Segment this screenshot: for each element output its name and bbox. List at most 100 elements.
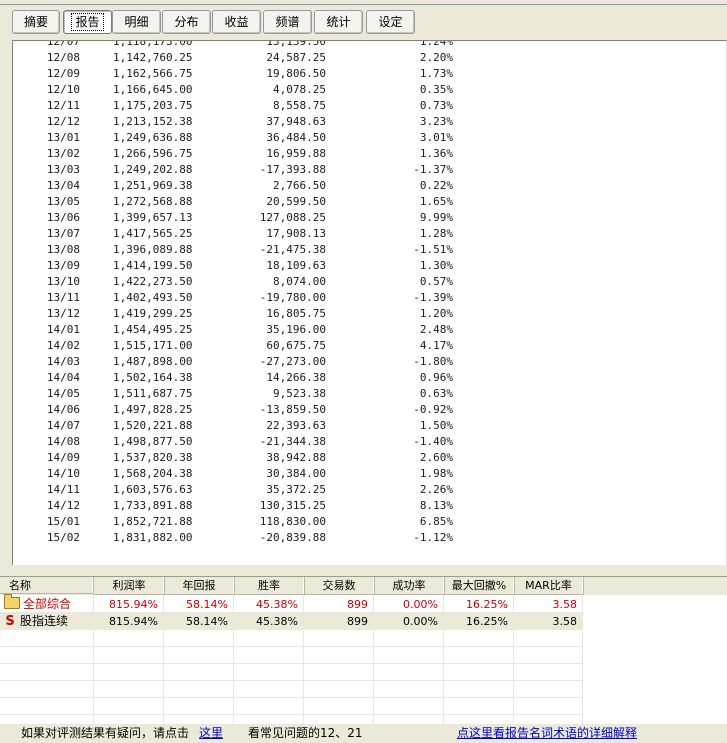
tab-label: 收益 [224, 15, 249, 29]
tab-label: 明细 [124, 15, 149, 29]
equity-cell: 1,419,299.25 [113, 307, 193, 320]
percent-cell: -1.51% [413, 243, 453, 256]
month-cell: 13/11 [46, 291, 80, 304]
tab-report[interactable]: 报告 [63, 10, 112, 34]
header-win-rate[interactable]: 胜率 [234, 577, 305, 595]
percent-cell: 0.22% [419, 179, 453, 192]
summary-name-cell: 全部综合 [0, 594, 94, 613]
equity-cell: 1,251,969.38 [113, 179, 193, 192]
month-cell: 12/08 [46, 51, 80, 64]
report-row: 13/07 1,417,565.25 17,908.13 1.28% [13, 226, 726, 242]
percent-cell: 1.30% [419, 259, 453, 272]
equity-cell: 1,162,566.75 [113, 67, 193, 80]
monthly-report-list[interactable]: 12/07 1,118,173.00 13,139.50 1.24% 12/08 1,14… [12, 40, 727, 565]
equity-cell: 1,249,636.88 [113, 131, 193, 144]
header-profit-rate[interactable]: 利润率 [94, 577, 165, 595]
report-row: 12/10 1,166,645.00 4,078.25 0.35% [13, 82, 726, 98]
percent-cell: -1.12% [413, 531, 453, 544]
equity-cell: 1,118,173.00 [113, 40, 193, 48]
summary-table: 名称 利润率 年回报 胜率 交易数 成功率 最大回撤% MAR比率 全部综合 8… [0, 576, 727, 725]
header-success-rate[interactable]: 成功率 [374, 577, 445, 595]
month-cell: 12/09 [46, 67, 80, 80]
strategy-s-icon: S [5, 614, 15, 629]
equity-cell: 1,497,828.25 [113, 403, 193, 416]
month-cell: 13/09 [46, 259, 80, 272]
tab-details[interactable]: 明细 [112, 10, 161, 34]
profit-cell: -21,344.38 [259, 435, 326, 448]
percent-cell: 8.13% [419, 499, 453, 512]
profit-cell: 4,078.25 [273, 83, 326, 96]
month-cell: 13/04 [46, 179, 80, 192]
cell-success-rate: 0.00% [403, 598, 438, 611]
percent-cell: 6.85% [419, 515, 453, 528]
profit-cell: 118,830.00 [259, 515, 326, 528]
equity-cell: 1,487,898.00 [113, 355, 193, 368]
month-cell: 14/01 [46, 323, 80, 336]
equity-cell: 1,414,199.50 [113, 259, 193, 272]
report-row: 14/03 1,487,898.00 -27,273.00 -1.80% [13, 354, 726, 370]
header-mar-ratio[interactable]: MAR比率 [514, 577, 584, 595]
summary-row-index-continuous[interactable]: S 股指连续 815.94% 58.14% 45.38% 899 0.00% 16… [0, 613, 583, 630]
report-row: 15/01 1,852,721.88 118,830.00 6.85% [13, 514, 726, 530]
header-trade-count[interactable]: 交易数 [304, 577, 375, 595]
profit-cell: -17,393.88 [259, 163, 326, 176]
header-name[interactable]: 名称 [0, 577, 94, 594]
report-row: 13/11 1,402,493.50 -19,780.00 -1.39% [13, 290, 726, 306]
percent-cell: 1.50% [419, 419, 453, 432]
percent-cell: 0.57% [419, 275, 453, 288]
tab-summary[interactable]: 摘要 [12, 10, 60, 34]
month-cell: 12/12 [46, 115, 80, 128]
month-cell: 13/02 [46, 147, 80, 160]
cell-annual-return: 58.14% [186, 598, 228, 611]
header-max-drawdown[interactable]: 最大回撤% [444, 577, 515, 595]
tab-settings[interactable]: 设定 [366, 10, 415, 34]
month-cell: 14/06 [46, 403, 80, 416]
profit-cell: 14,266.38 [266, 371, 326, 384]
percent-cell: -1.80% [413, 355, 453, 368]
month-cell: 14/02 [46, 339, 80, 352]
profit-cell: 38,942.88 [266, 451, 326, 464]
report-row: 14/12 1,733,891.88 130,315.25 8.13% [13, 498, 726, 514]
equity-cell: 1,266,596.75 [113, 147, 193, 160]
tab-statistics[interactable]: 统计 [314, 10, 363, 34]
month-cell: 14/03 [46, 355, 80, 368]
month-cell: 14/09 [46, 451, 80, 464]
month-cell: 14/05 [46, 387, 80, 400]
grid-line [0, 714, 583, 715]
profit-cell: 35,372.25 [266, 483, 326, 496]
equity-cell: 1,511,687.75 [113, 387, 193, 400]
cell-max-drawdown: 16.25% [466, 598, 508, 611]
percent-cell: 4.17% [419, 339, 453, 352]
tab-distribution[interactable]: 分布 [162, 10, 211, 34]
profit-cell: 13,139.50 [266, 40, 326, 48]
grid-line [0, 663, 583, 664]
report-row: 12/08 1,142,760.25 24,587.25 2.20% [13, 50, 726, 66]
month-cell: 14/11 [46, 483, 80, 496]
profit-cell: -27,273.00 [259, 355, 326, 368]
report-row: 13/12 1,419,299.25 16,805.75 1.20% [13, 306, 726, 322]
report-row: 13/10 1,422,273.50 8,074.00 0.57% [13, 274, 726, 290]
month-cell: 12/10 [46, 83, 80, 96]
profit-cell: 130,315.25 [259, 499, 326, 512]
report-row: 14/09 1,537,820.38 38,942.88 2.60% [13, 450, 726, 466]
equity-cell: 1,852,721.88 [113, 515, 193, 528]
profit-cell: 16,805.75 [266, 307, 326, 320]
folder-icon [4, 594, 20, 609]
tab-returns[interactable]: 收益 [212, 10, 261, 34]
summary-row-combined[interactable]: 全部综合 815.94% 58.14% 45.38% 899 0.00% 16.… [0, 594, 727, 613]
report-rows: 12/07 1,118,173.00 13,139.50 1.24% 12/08 1,14… [13, 40, 726, 546]
percent-cell: 2.60% [419, 451, 453, 464]
equity-cell: 1,520,221.88 [113, 419, 193, 432]
footer-glossary-link[interactable]: 点这里看报告名词术语的详细解释 [457, 724, 637, 743]
header-annual-return[interactable]: 年回报 [164, 577, 235, 595]
equity-cell: 1,603,576.63 [113, 483, 193, 496]
tab-spectrum[interactable]: 频谱 [263, 10, 312, 34]
report-row: 14/01 1,454,495.25 35,196.00 2.48% [13, 322, 726, 338]
cell-mar-ratio: 3.58 [514, 613, 583, 630]
profit-cell: 17,908.13 [266, 227, 326, 240]
equity-cell: 1,272,568.88 [113, 195, 193, 208]
footer-here-link[interactable]: 这里 [199, 724, 223, 743]
month-cell: 13/05 [46, 195, 80, 208]
month-cell: 14/08 [46, 435, 80, 448]
equity-cell: 1,402,493.50 [113, 291, 193, 304]
